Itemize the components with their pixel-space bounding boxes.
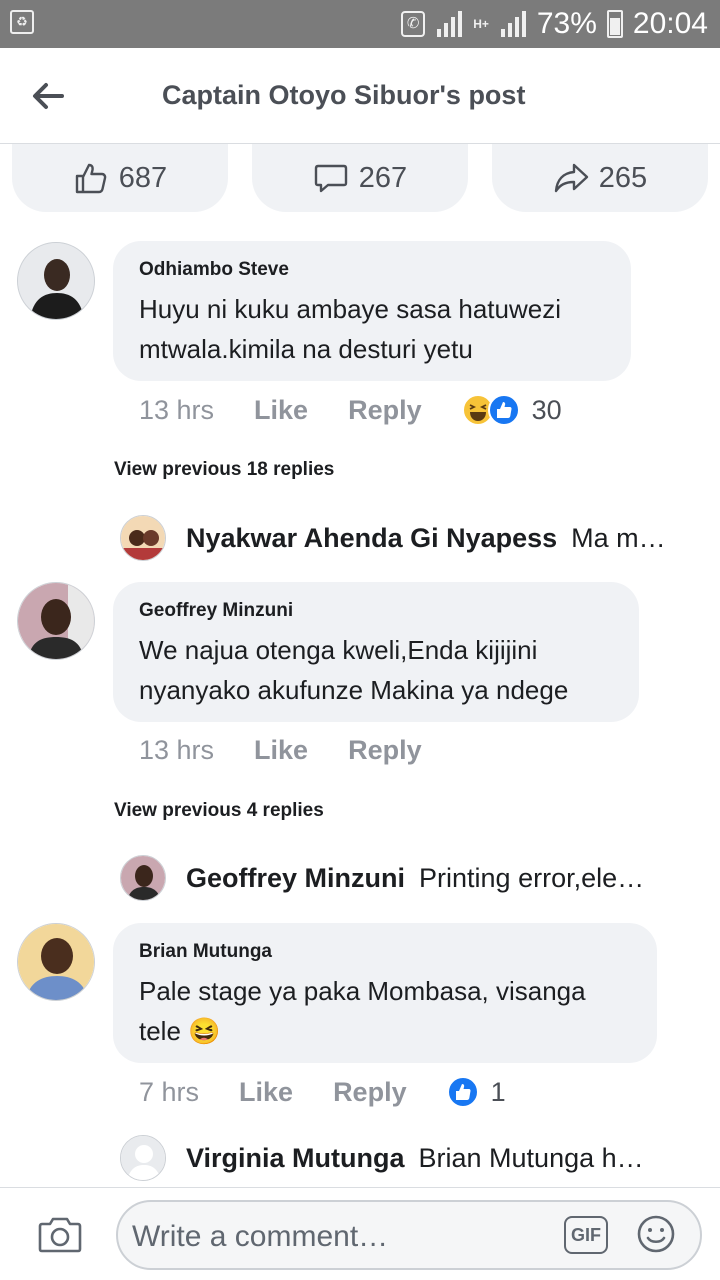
emoji-smile-icon[interactable] [636, 1214, 676, 1254]
wifi-calling-icon: ✆ [401, 11, 426, 37]
comment-actions: 13 hrs Like Reply 30 [139, 394, 562, 426]
avatar[interactable] [120, 1135, 166, 1181]
view-previous-replies[interactable]: View previous 4 replies [114, 800, 324, 822]
page-title: Captain Otoyo Sibuor's post [162, 80, 526, 110]
post-stats: 687 267 265 [0, 144, 720, 216]
reply-author[interactable]: Nyakwar Ahenda Gi Nyapess [186, 523, 557, 554]
reactions[interactable]: 30 [461, 394, 562, 426]
back-arrow-icon[interactable] [28, 76, 68, 116]
like-icon [446, 1076, 479, 1108]
view-previous-replies[interactable]: View previous 18 replies [114, 459, 334, 481]
latest-reply[interactable]: Geoffrey Minzuni Printing error,ele… [120, 853, 680, 903]
comment-text: Pale stage ya paka Mombasa, visanga tele… [139, 971, 631, 1051]
reply-text: Printing error,ele… [419, 862, 645, 893]
reply-button[interactable]: Reply [348, 735, 422, 766]
recycle-notification-icon: ♻ [10, 10, 34, 34]
comment-author[interactable]: Brian Mutunga [139, 941, 631, 963]
signal-strength-icon [435, 11, 463, 37]
comment-actions: 7 hrs Like Reply 1 [139, 1076, 506, 1108]
reply-text: Brian Mutunga h… [418, 1142, 644, 1173]
reply-text: Ma m… [571, 522, 666, 553]
comment-input[interactable]: Write a comment… GIF [116, 1200, 702, 1270]
comment-bubble: Odhiambo Steve Huyu ni kuku ambaye sasa … [113, 241, 631, 381]
like-button[interactable]: Like [254, 735, 308, 766]
battery-percent: 73% [536, 7, 597, 40]
network-type: H+ [473, 17, 489, 31]
status-bar: ♻ ✆ H+ 73% 20:04 [0, 0, 720, 48]
comment-count: 267 [358, 161, 408, 194]
latest-reply[interactable]: Nyakwar Ahenda Gi Nyapess Ma m… [120, 513, 680, 563]
reactions[interactable]: 1 [446, 1076, 506, 1108]
like-count: 687 [118, 161, 168, 194]
camera-icon[interactable] [38, 1214, 82, 1254]
comment-bubble-icon [314, 164, 347, 193]
share-count: 265 [598, 161, 648, 194]
avatar[interactable] [120, 855, 166, 901]
comment-composer: Write a comment… GIF [0, 1187, 720, 1280]
reply-button[interactable]: Reply [333, 1077, 407, 1108]
like-button[interactable]: Like [254, 395, 308, 426]
profile-photo [18, 583, 94, 659]
like-button[interactable]: Like [239, 1077, 293, 1108]
reaction-count: 1 [490, 1076, 506, 1107]
clock: 20:04 [632, 7, 708, 40]
avatar[interactable] [17, 582, 95, 660]
comment-time: 13 hrs [139, 394, 215, 425]
share-count-button[interactable]: 265 [492, 144, 708, 212]
like-count-button[interactable]: 687 [12, 144, 228, 212]
battery-icon [606, 10, 623, 38]
comment-input-placeholder: Write a comment… [132, 1220, 389, 1253]
profile-photo [18, 243, 94, 319]
comment-count-button[interactable]: 267 [252, 144, 468, 212]
avatar[interactable] [17, 923, 95, 1001]
profile-photo [121, 516, 165, 560]
default-profile-icon [121, 1136, 165, 1180]
share-arrow-icon [554, 163, 588, 193]
profile-photo [18, 924, 94, 1000]
comment-time: 7 hrs [139, 1076, 200, 1107]
comment-bubble: Brian Mutunga Pale stage ya paka Mombasa… [113, 923, 657, 1063]
comment-author[interactable]: Geoffrey Minzuni [139, 600, 613, 622]
reaction-count: 30 [531, 394, 562, 425]
signal-strength-icon-2 [499, 11, 527, 37]
latest-reply[interactable]: Virginia Mutunga Brian Mutunga h… [120, 1133, 680, 1183]
gif-icon[interactable]: GIF [564, 1216, 608, 1254]
profile-photo [121, 856, 165, 900]
thumbs-up-icon [75, 163, 107, 194]
reply-author[interactable]: Virginia Mutunga [186, 1143, 405, 1174]
comment-bubble: Geoffrey Minzuni We najua otenga kweli,E… [113, 582, 639, 722]
grinning-emoji-icon: 😆 [188, 1016, 221, 1046]
reply-button[interactable]: Reply [348, 395, 422, 426]
reply-author[interactable]: Geoffrey Minzuni [186, 863, 405, 894]
post-header: Captain Otoyo Sibuor's post [0, 48, 720, 144]
comment-author[interactable]: Odhiambo Steve [139, 259, 605, 281]
comment-time: 13 hrs [139, 735, 215, 765]
avatar[interactable] [17, 242, 95, 320]
comment-text: We najua otenga kweli,Enda kijijini nyan… [139, 635, 569, 705]
avatar[interactable] [120, 515, 166, 561]
comment-text: Huyu ni kuku ambaye sasa hatuwezi mtwala… [139, 294, 562, 364]
comment-actions: 13 hrs Like Reply [139, 735, 462, 766]
like-icon [487, 394, 520, 426]
